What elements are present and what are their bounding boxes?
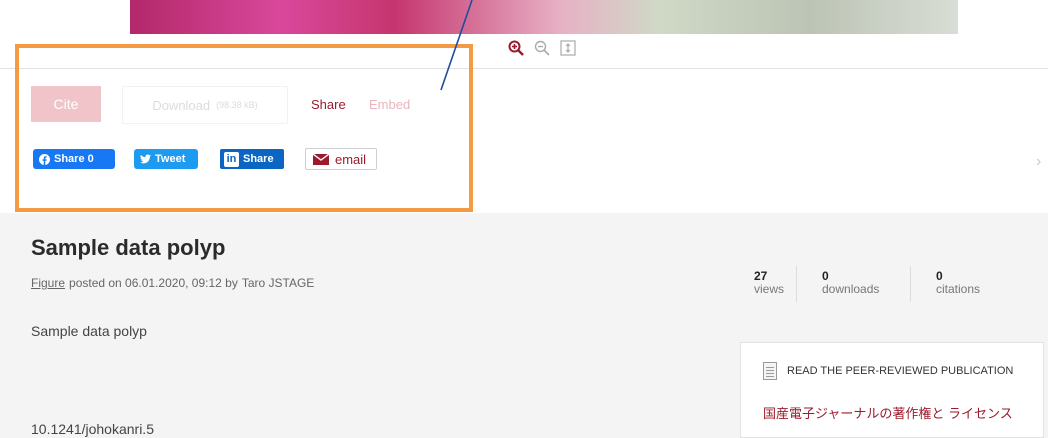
item-meta: Figure posted on 06.01.2020, 09:12 by Ta… bbox=[31, 276, 314, 290]
downloads-label: downloads bbox=[822, 282, 880, 296]
publication-heading: READ THE PEER-REVIEWED PUBLICATION bbox=[763, 362, 1013, 380]
views-stat: 27 views bbox=[754, 270, 784, 296]
item-type-link[interactable]: Figure bbox=[31, 276, 65, 290]
citations-stat: 0 citations bbox=[936, 270, 980, 296]
downloads-stat: 0 downloads bbox=[822, 270, 879, 296]
author-link[interactable]: Taro JSTAGE bbox=[242, 276, 314, 290]
item-doi[interactable]: 10.1241/johokanri.5 bbox=[31, 421, 154, 437]
document-icon bbox=[763, 362, 777, 380]
publication-heading-text: READ THE PEER-REVIEWED PUBLICATION bbox=[787, 365, 1014, 377]
views-label: views bbox=[754, 282, 785, 296]
citations-label: citations bbox=[936, 282, 981, 296]
page-title: Sample data polyp bbox=[31, 235, 226, 260]
posted-text: posted on 06.01.2020, 09:12 by bbox=[69, 276, 238, 290]
publication-link[interactable]: 国産電子ジャーナルの著作権と ライセンス bbox=[763, 403, 1013, 422]
stat-divider bbox=[796, 266, 797, 302]
peer-reviewed-publication-card: READ THE PEER-REVIEWED PUBLICATION 国産電子ジ… bbox=[740, 342, 1044, 438]
stat-divider bbox=[910, 266, 911, 302]
item-description: Sample data polyp bbox=[31, 323, 147, 339]
